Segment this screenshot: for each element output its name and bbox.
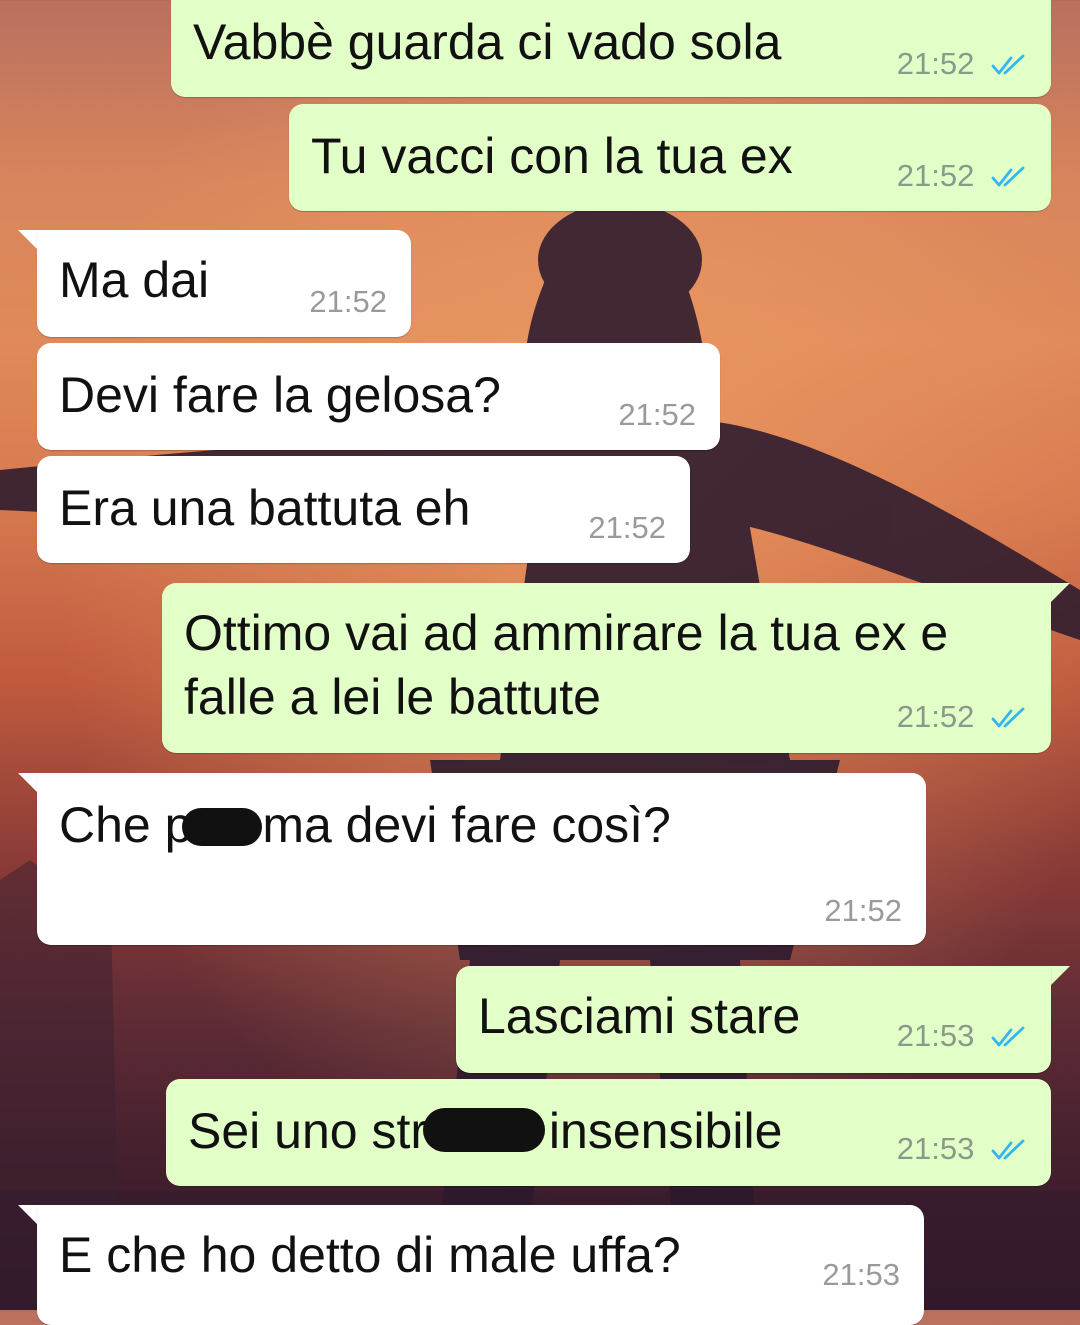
message-time: 21:52 [824, 893, 902, 928]
message-time: 21:52 [896, 158, 975, 193]
message-text-end: ma devi fare così? [248, 797, 671, 853]
message-text: Devi fare la gelosa? [59, 367, 501, 423]
message-text-start: Sei uno str [188, 1103, 428, 1159]
message-text: Che p ma devi fare così? [59, 793, 671, 857]
message-text: Sei uno str insensibile [188, 1099, 782, 1163]
message-text: Era una battuta eh [59, 480, 471, 536]
message-incoming[interactable]: Ma dai 21:52 [37, 230, 411, 337]
message-text: Lasciami stare [478, 988, 801, 1044]
double-check-icon [991, 1139, 1025, 1160]
message-time: 21:53 [896, 1131, 975, 1166]
message-meta: 21:52 [897, 699, 1029, 735]
message-time: 21:52 [896, 699, 975, 734]
message-time: 21:52 [896, 46, 975, 81]
message-time: 21:53 [822, 1257, 900, 1292]
message-outgoing[interactable]: Tu vacci con la tua ex 21:52 [289, 104, 1051, 211]
message-meta: 21:53 [897, 1018, 1029, 1054]
message-text: Vabbè guarda ci vado sola [193, 14, 782, 70]
double-check-icon [991, 707, 1025, 728]
message-time: 21:52 [309, 284, 387, 319]
double-check-icon [991, 166, 1025, 187]
message-text-line1: Ottimo vai ad ammirare la tua ex e [184, 605, 949, 661]
message-incoming[interactable]: E che ho detto di male uffa? 21:53 [37, 1205, 924, 1325]
message-meta: 21:52 [897, 158, 1029, 194]
message-incoming[interactable]: Devi fare la gelosa? 21:52 [37, 343, 720, 450]
message-meta: 21:53 [897, 1131, 1029, 1167]
message-incoming[interactable]: Era una battuta eh 21:52 [37, 456, 690, 563]
message-meta: 21:52 [897, 46, 1029, 82]
message-outgoing[interactable]: Ottimo vai ad ammirare la tua ex e falle… [162, 583, 1051, 753]
redaction-mark [423, 1108, 546, 1152]
message-text: Tu vacci con la tua ex [311, 128, 793, 184]
message-outgoing[interactable]: Lasciami stare 21:53 [456, 966, 1051, 1073]
message-text: E che ho detto di male uffa? [59, 1227, 681, 1283]
message-outgoing[interactable]: Sei uno str insensibile 21:53 [166, 1079, 1051, 1186]
message-time: 21:52 [588, 510, 666, 545]
message-text-end: insensibile [535, 1103, 783, 1159]
double-check-icon [991, 54, 1025, 75]
message-time: 21:52 [618, 397, 696, 432]
message-incoming[interactable]: Che p ma devi fare così? 21:52 [37, 773, 926, 945]
message-text-start: Che p [59, 797, 193, 853]
double-check-icon [991, 1026, 1025, 1047]
message-text-line2: falle a lei le battute [184, 669, 601, 725]
message-text: Ma dai [59, 252, 210, 308]
message-time: 21:53 [896, 1018, 975, 1053]
message-outgoing[interactable]: Vabbè guarda ci vado sola 21:52 [171, 0, 1051, 97]
